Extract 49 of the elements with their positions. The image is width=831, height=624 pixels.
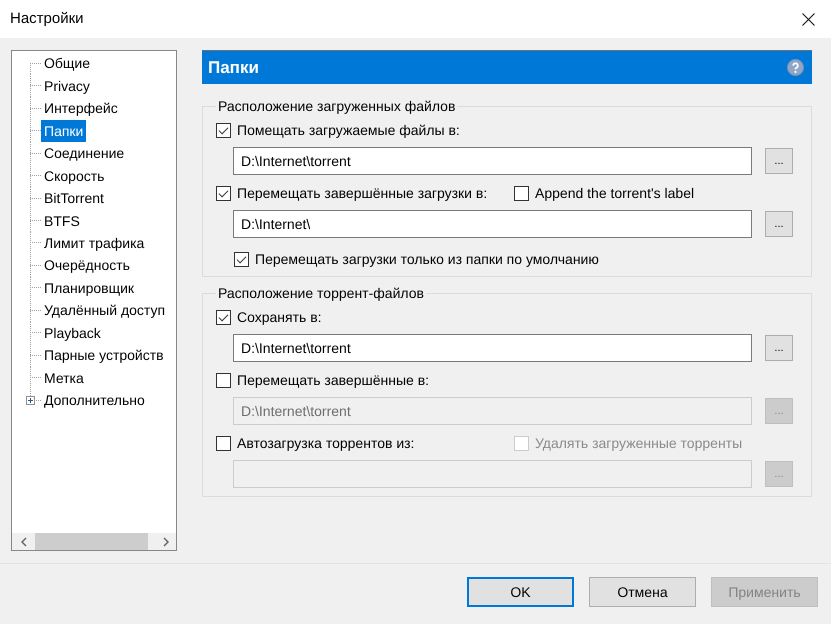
checkbox[interactable] bbox=[216, 436, 231, 450]
tree-item[interactable]: Парные устройств bbox=[41, 344, 167, 366]
checkbox-label[interactable]: Сохранять в: bbox=[237, 306, 322, 328]
tree-item[interactable]: Скорость bbox=[41, 164, 108, 187]
checkbox[interactable] bbox=[216, 372, 231, 388]
checkbox-label[interactable]: Перемещать загрузки только из папки по умолчанию bbox=[255, 248, 599, 270]
checkbox[interactable] bbox=[216, 186, 231, 200]
tree-item[interactable]: Интерфейс bbox=[41, 97, 121, 120]
plus-box-icon[interactable] bbox=[26, 396, 35, 405]
window-title: Настройки bbox=[10, 8, 84, 29]
tree-item[interactable]: Папки bbox=[41, 120, 86, 142]
chevron-right-icon[interactable] bbox=[163, 536, 169, 546]
tree-item[interactable]: Планировщик bbox=[41, 276, 138, 299]
tree-item[interactable]: Соединение bbox=[41, 142, 128, 164]
checkbox[interactable] bbox=[514, 186, 529, 200]
chevron-left-icon[interactable] bbox=[21, 536, 27, 546]
horizontal-scrollbar[interactable] bbox=[12, 533, 176, 550]
checkbox-label[interactable]: Перемещать завершённые в: bbox=[237, 370, 430, 390]
path-field[interactable]: D:\Internet\torrent bbox=[233, 334, 752, 362]
tree-item[interactable]: BitTorrent bbox=[41, 187, 107, 210]
checkbox-label[interactable]: Append the torrent's label bbox=[535, 182, 694, 204]
dialog-button[interactable]: Отмена bbox=[589, 577, 696, 607]
tree-item[interactable]: Метка bbox=[41, 366, 87, 389]
checkbox-label[interactable]: Автозагрузка торрентов из: bbox=[237, 432, 414, 454]
path-field[interactable]: D:\Internet\torrent bbox=[233, 147, 752, 175]
panel-title: Папки bbox=[208, 56, 259, 79]
tree-item[interactable]: Privacy bbox=[41, 74, 93, 97]
browse-button[interactable]: ... bbox=[765, 335, 793, 361]
tree-item[interactable]: Удалённый доступ bbox=[41, 299, 168, 322]
checkbox-label[interactable]: Помещать загружаемые файлы в: bbox=[237, 120, 460, 140]
browse-button[interactable]: ... bbox=[765, 211, 793, 237]
browse-button[interactable]: ... bbox=[765, 148, 793, 174]
scrollbar-thumb[interactable] bbox=[35, 533, 148, 550]
checkbox[interactable] bbox=[216, 310, 231, 324]
tree-item[interactable]: Очерёдность bbox=[41, 254, 133, 276]
tree-item[interactable]: Общие bbox=[41, 52, 94, 74]
checkbox[interactable] bbox=[216, 122, 231, 138]
close-icon[interactable] bbox=[802, 12, 815, 26]
tree-item[interactable]: Дополнительно bbox=[41, 389, 148, 412]
group-title: Расположение торрент-файлов bbox=[217, 285, 425, 301]
tree-item[interactable]: Лимит трафика bbox=[41, 232, 148, 254]
dialog-button[interactable]: OK bbox=[467, 577, 574, 607]
tree-item[interactable]: BTFS bbox=[41, 210, 83, 232]
help-icon[interactable] bbox=[787, 59, 804, 76]
checkbox[interactable] bbox=[234, 252, 249, 266]
checkbox-label[interactable]: Перемещать завершённые загрузки в: bbox=[237, 182, 488, 204]
tree-item[interactable]: Playback bbox=[41, 322, 104, 344]
path-field[interactable]: D:\Internet\ bbox=[233, 210, 752, 238]
group-title: Расположение загруженных файлов bbox=[217, 98, 456, 114]
